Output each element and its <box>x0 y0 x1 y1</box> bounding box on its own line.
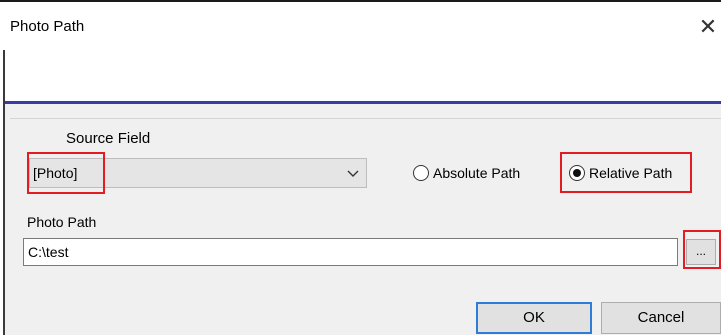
title-bar: Photo Path ✕ <box>0 2 721 50</box>
close-icon: ✕ <box>698 14 718 39</box>
source-field-dropdown[interactable]: [Photo] <box>29 158 367 188</box>
dialog-title: Photo Path <box>10 18 85 35</box>
browse-button[interactable]: ... <box>686 239 716 265</box>
absolute-path-label[interactable]: Absolute Path <box>433 165 520 181</box>
close-button[interactable]: ✕ <box>696 14 720 40</box>
relative-path-radio[interactable] <box>569 165 585 181</box>
group-divider <box>10 118 721 119</box>
cancel-button[interactable]: Cancel <box>601 302 721 334</box>
photo-path-label: Photo Path <box>27 214 97 230</box>
header-area <box>0 50 721 102</box>
source-field-label: Source Field <box>66 130 151 147</box>
absolute-path-radio[interactable] <box>413 165 429 181</box>
ok-button[interactable]: OK <box>476 302 592 334</box>
relative-path-label[interactable]: Relative Path <box>589 165 672 181</box>
radio-selected-dot <box>573 169 581 177</box>
photo-path-input[interactable] <box>23 238 678 266</box>
source-field-value: [Photo] <box>33 165 78 181</box>
chevron-down-icon <box>347 170 359 177</box>
